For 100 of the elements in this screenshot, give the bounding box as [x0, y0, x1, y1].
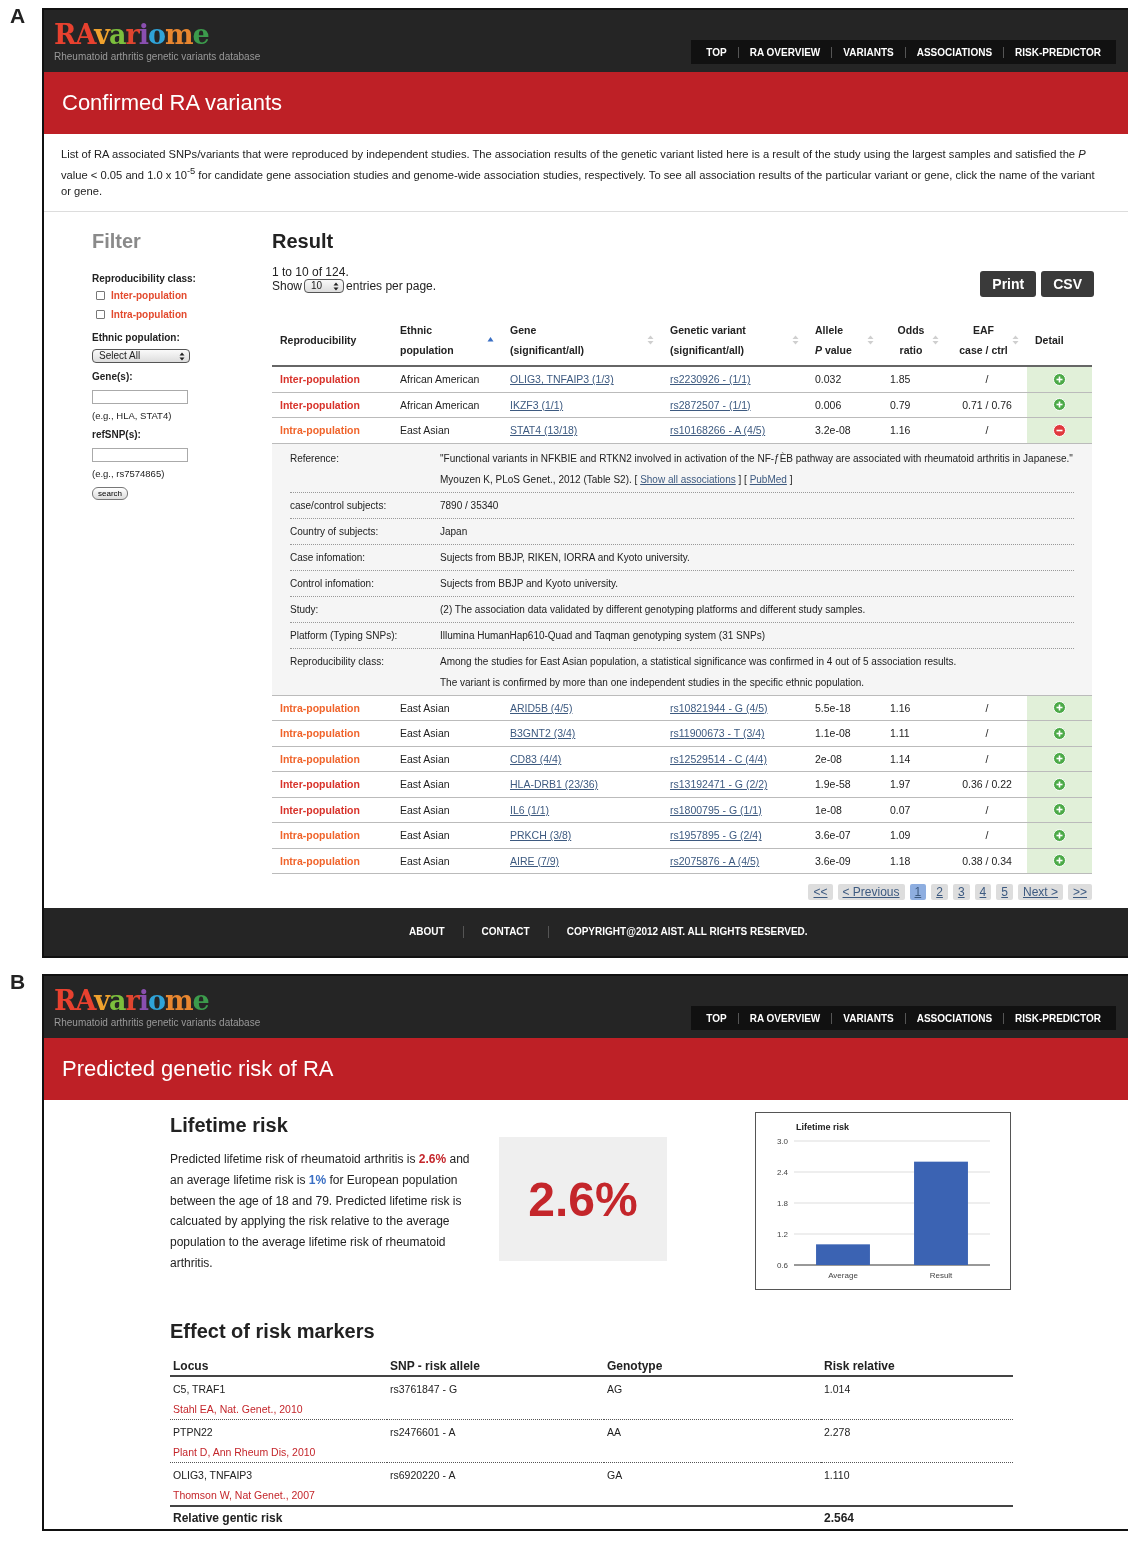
checkbox[interactable]	[96, 310, 105, 320]
gene-link[interactable]: AIRE (7/9)	[510, 855, 559, 867]
expand-icon[interactable]	[1053, 803, 1066, 817]
copyright-text: COPYRIGHT@2012 AIST. ALL RIGHTS RESERVED.	[547, 926, 826, 939]
expand-icon[interactable]	[1053, 701, 1066, 715]
nav-link[interactable]: VARIANTS	[831, 46, 905, 58]
gene-link[interactable]: HLA-DRB1 (23/36)	[510, 778, 599, 791]
footer-link[interactable]: CONTACT	[462, 926, 548, 939]
gene-input-field[interactable]	[92, 390, 188, 405]
table-cell: Intra-population	[272, 848, 392, 874]
nav-link[interactable]: RA OVERVIEW	[737, 46, 832, 58]
variant-link[interactable]: rs11900673 - T (3/4)	[670, 727, 765, 740]
expand-icon[interactable]	[1053, 398, 1066, 412]
column-header[interactable]: Gene (significant/all)	[502, 315, 662, 367]
collapse-icon[interactable]	[1053, 424, 1066, 437]
variant-link[interactable]: rs13192471 - G (2/2)	[670, 778, 768, 791]
expand-icon[interactable]	[1053, 854, 1066, 868]
gene-link[interactable]: STAT4 (13/18)	[510, 424, 578, 437]
variant-link[interactable]: rs1957895 - G (2/4)	[670, 829, 762, 842]
refsnp-input-field[interactable]	[92, 448, 188, 463]
reference-text: Thomson W, Nat Genet., 2007	[173, 1489, 316, 1502]
nav-link[interactable]: VARIANTS	[831, 1012, 905, 1024]
expand-icon[interactable]	[1053, 778, 1066, 791]
gene-link[interactable]: PRKCH (3/8)	[510, 829, 572, 842]
page-title: Predicted genetic risk of RA	[62, 1056, 334, 1083]
reference-text: Plant D, Ann Rheum Dis, 2010	[173, 1446, 317, 1459]
page-size-select[interactable]: 10	[304, 279, 345, 294]
pagination-link[interactable]: < Previous	[837, 884, 905, 901]
column-header[interactable]: Ethnic population	[392, 315, 502, 367]
nav-link[interactable]: ASSOCIATIONS	[904, 1012, 1004, 1024]
sort-icon[interactable]	[867, 335, 874, 346]
detail-value: Sujects from BBJP and Kyoto university.	[440, 576, 620, 591]
locus-text: PTPN22	[173, 1426, 214, 1439]
filter-label: Ethnic population:	[92, 332, 180, 344]
column-header[interactable]: EAF case / ctrl	[947, 315, 1027, 367]
variant-link[interactable]: rs2075876 - A (4/5)	[670, 855, 760, 867]
gene-link[interactable]: ARID5B (4/5)	[510, 702, 573, 714]
table-cell: 0.032	[807, 366, 882, 393]
checkbox-label[interactable]: Intra-population	[111, 309, 188, 321]
x-tick-label: Result	[929, 1271, 953, 1281]
column-header[interactable]: Allele P value	[807, 315, 882, 367]
gene-link[interactable]: IKZF3 (1/1)	[510, 399, 564, 411]
sort-icon[interactable]	[1012, 335, 1019, 346]
variant-link[interactable]: rs2872507 - (1/1)	[670, 399, 751, 411]
site-logo[interactable]: RAvariome	[54, 20, 261, 49]
sort-icon[interactable]	[932, 335, 939, 346]
export-button[interactable]: CSV	[1041, 271, 1094, 298]
search-button[interactable]: search	[92, 487, 128, 501]
column-header[interactable]: Odds ratio	[882, 315, 947, 367]
export-button[interactable]: Print	[980, 271, 1037, 298]
nav-link[interactable]: RISK-PREDICTOR	[1003, 1012, 1112, 1024]
column-header[interactable]: Genetic variant (significant/all)	[662, 315, 807, 367]
reference-link[interactable]: PubMed	[749, 473, 787, 485]
nav-link[interactable]: TOP	[695, 46, 738, 58]
select-arrows-icon	[179, 351, 185, 361]
column-header: Reproducibility	[272, 315, 392, 367]
checkbox-label[interactable]: Inter-population	[111, 290, 188, 302]
variant-link[interactable]: rs10821944 - G (4/5)	[670, 702, 768, 714]
filter-heading: Filter	[92, 230, 141, 254]
table-cell: 1.85	[882, 366, 947, 393]
pagination-link[interactable]: 3	[952, 884, 970, 901]
table-cell: 1.014	[821, 1376, 1013, 1420]
expand-icon[interactable]	[1053, 727, 1066, 740]
variant-link[interactable]: rs12529514 - C (4/4)	[670, 753, 767, 765]
detail-label: Case infomation:	[290, 550, 367, 565]
expand-icon[interactable]	[1053, 829, 1066, 842]
expand-icon[interactable]	[1053, 373, 1066, 386]
detail-label: Reproducibility class:	[290, 654, 385, 669]
table-cell: Intra-population	[272, 695, 392, 721]
nav-link[interactable]: TOP	[695, 1012, 738, 1024]
pagination-link[interactable]: 5	[996, 884, 1013, 901]
table-cell: Intra-population	[272, 746, 392, 772]
reference-link[interactable]: Show all associations	[640, 473, 736, 485]
detail-value: Japan	[440, 524, 469, 539]
pagination-link[interactable]: 2	[931, 884, 948, 901]
pagination-link[interactable]: >>	[1068, 884, 1092, 901]
sort-icon[interactable]	[792, 335, 799, 346]
expand-icon[interactable]	[1053, 752, 1066, 766]
checkbox[interactable]	[96, 291, 105, 301]
table-cell: GA	[604, 1462, 821, 1507]
nav-link[interactable]: ASSOCIATIONS	[904, 46, 1004, 58]
description-text: List of RA associated SNPs/variants that were reproduced by independent studies. The association results of the genetic variant listed here is a result of the study using the largest samples and satisfied the P value < 0.05 and 1.0 x 10$^{-5}$ for candidate gene association studies and genome-wide association studies, respectively. To see all association results of the particular variant or gene, click the name of the variant or gene.	[61, 147, 1096, 199]
column-header: Risk relative	[821, 1355, 1013, 1377]
site-logo[interactable]: RAvariome	[54, 986, 261, 1015]
table-cell: 3.6e-07	[807, 822, 882, 849]
pagination-link[interactable]: <<	[808, 884, 833, 901]
sort-icon[interactable]	[647, 335, 654, 346]
gene-link[interactable]: OLIG3, TNFAIP3 (1/3)	[510, 373, 614, 386]
gene-link[interactable]: B3GNT2 (3/4)	[510, 727, 576, 740]
variant-link[interactable]: rs2230926 - (1/1)	[670, 373, 751, 386]
gene-link[interactable]: IL6 (1/1)	[510, 804, 550, 816]
gene-link[interactable]: CD83 (4/4)	[510, 753, 562, 765]
pagination-link[interactable]: 4	[974, 884, 992, 901]
footer-link[interactable]: ABOUT	[391, 926, 463, 939]
variant-link[interactable]: rs1800795 - G (1/1)	[670, 804, 762, 816]
pagination-link[interactable]: Next >	[1017, 884, 1063, 901]
variant-link[interactable]: rs10168266 - A (4/5)	[670, 424, 766, 437]
nav-link[interactable]: RISK-PREDICTOR	[1003, 46, 1112, 58]
nav-link[interactable]: RA OVERVIEW	[737, 1012, 832, 1024]
ethnic-select[interactable]: Select All	[92, 349, 190, 364]
